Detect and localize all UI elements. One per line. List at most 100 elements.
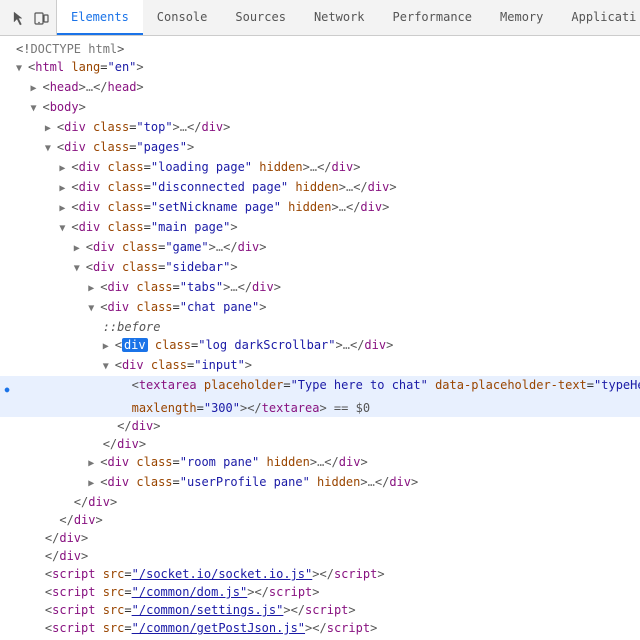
code-line: <div class="pages"> (0, 138, 640, 158)
tag-bracket: ></ (312, 567, 334, 581)
tag-bracket: > (173, 120, 180, 134)
code-text: </div> (14, 417, 640, 435)
expand-arrow[interactable] (45, 140, 57, 158)
expand-arrow[interactable] (103, 338, 115, 356)
attr-value-link[interactable]: "/common/settings.js" (132, 603, 284, 617)
highlighted-tag: div (122, 338, 148, 352)
tab-memory[interactable]: Memory (486, 0, 557, 35)
expand-arrow[interactable] (59, 200, 71, 218)
expand-arrow[interactable] (88, 475, 100, 493)
cursor-icon[interactable] (10, 9, 28, 27)
indent (16, 435, 103, 453)
tag-bracket: </ (45, 531, 59, 545)
indent (16, 336, 103, 354)
attr-name: class (144, 358, 187, 372)
tag-bracket: > (209, 240, 216, 254)
tag-bracket: > (187, 140, 194, 154)
expand-arrow[interactable] (103, 358, 115, 376)
tag-name: div (238, 240, 260, 254)
expand-arrow[interactable] (88, 300, 100, 318)
indent (16, 376, 132, 394)
indent (16, 493, 74, 511)
code-text: <script src="/common/getPostJson.js"></s… (14, 619, 640, 637)
tag-name: script (327, 621, 370, 635)
tag-bracket: > (336, 338, 343, 352)
indent (16, 529, 45, 547)
tab-performance[interactable]: Performance (379, 0, 486, 35)
tag-name: div (122, 358, 144, 372)
expand-arrow[interactable] (59, 180, 71, 198)
expand-arrow[interactable] (16, 60, 28, 78)
expand-arrow[interactable] (88, 455, 100, 473)
tag-name: head (50, 80, 79, 94)
tag-name: head (108, 80, 137, 94)
tag-bracket: > (81, 549, 88, 563)
indent (16, 318, 103, 336)
tab-console[interactable]: Console (143, 0, 222, 35)
tag-name: script (52, 585, 95, 599)
device-icon[interactable] (32, 9, 50, 27)
tab-network[interactable]: Network (300, 0, 379, 35)
expand-arrow[interactable] (30, 80, 42, 98)
code-line: <div class="setNickname page" hidden>…</… (0, 198, 640, 218)
attr-value-link[interactable]: "/common/dom.js" (132, 585, 248, 599)
code-text: <div class="sidebar"> (14, 258, 640, 278)
attr-name: lang (64, 60, 100, 74)
indent (16, 511, 59, 529)
code-line: <div class="main page"> (0, 218, 640, 238)
expand-arrow[interactable] (59, 220, 71, 238)
ellipsis: … (180, 120, 187, 134)
expand-arrow[interactable] (88, 280, 100, 298)
tag-bracket: > (153, 419, 160, 433)
code-text: <div class="game">…</div> (14, 238, 640, 258)
expand-arrow[interactable] (74, 260, 86, 278)
tag-bracket: > (139, 437, 146, 451)
attr-name: hidden (252, 160, 303, 174)
expand-arrow[interactable] (45, 120, 57, 138)
code-line: <div class="userProfile pane" hidden>…</… (0, 473, 640, 493)
tag-bracket: </ (45, 549, 59, 563)
expand-arrow[interactable] (59, 160, 71, 178)
attr-value-link[interactable]: "/common/getPostJson.js" (132, 621, 305, 635)
tab-application[interactable]: Application (557, 0, 636, 35)
tab-sources[interactable]: Sources (221, 0, 300, 35)
code-line-highlighted: maxlength="300"></textarea> == $0 (0, 399, 640, 417)
attr-value: "game" (165, 240, 208, 254)
tag-name: script (52, 621, 95, 635)
tag-bracket: < (71, 200, 78, 214)
tag-name: script (52, 603, 95, 617)
tag-bracket: > (110, 495, 117, 509)
tab-elements[interactable]: Elements (57, 0, 143, 35)
attr-value-link[interactable]: "/socket.io/socket.io.js" (132, 567, 313, 581)
tag-name: div (201, 120, 223, 134)
tag-bracket: > (136, 60, 143, 74)
tag-bracket: > (389, 180, 396, 194)
tag-bracket: </ (317, 160, 331, 174)
attr-name: class (100, 200, 143, 214)
tag-name: div (389, 475, 411, 489)
code-text: <div class="room pane" hidden>…</div> (14, 453, 640, 473)
tag-bracket: </ (103, 437, 117, 451)
tag-name: html (35, 60, 64, 74)
code-line: <div class="room pane" hidden>…</div> (0, 453, 640, 473)
tag-bracket: </ (375, 475, 389, 489)
tag-bracket: > (245, 358, 252, 372)
tag-name: div (88, 495, 110, 509)
tag-bracket: > (310, 455, 317, 469)
tabs-container: Elements Console Sources Network Perform… (57, 0, 636, 35)
attr-name: class (86, 140, 129, 154)
code-text: <div class="userProfile pane" hidden>…</… (14, 473, 640, 493)
code-text: </div> (14, 435, 640, 453)
code-line: <script src="/common/dom.js"></script> (0, 583, 640, 601)
code-text: ::before (14, 318, 640, 336)
tag-bracket: </ (74, 495, 88, 509)
code-text: <div class="log darkScrollbar">…</div> (14, 336, 640, 356)
tag-bracket: </ (93, 80, 107, 94)
expand-arrow[interactable] (74, 240, 86, 258)
tag-bracket: > (79, 80, 86, 94)
code-text: <div class="input"> (14, 356, 640, 376)
attr-value: "setNickname page" (151, 200, 281, 214)
expand-arrow[interactable] (30, 100, 42, 118)
tag-bracket: < (86, 260, 93, 274)
tag-name: div (93, 260, 115, 274)
